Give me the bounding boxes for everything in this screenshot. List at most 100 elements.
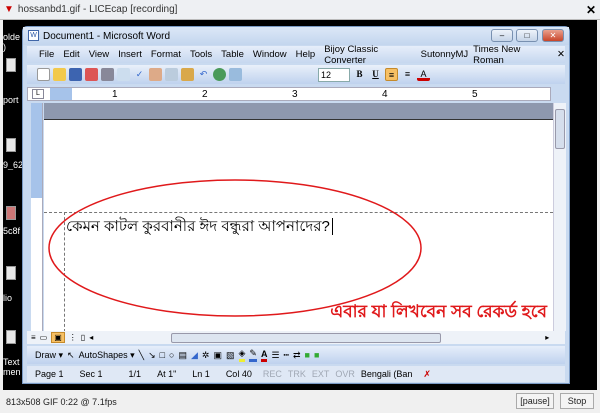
select-objects-icon[interactable]: ↖: [67, 350, 75, 361]
outline-view-icon[interactable]: ⋮: [69, 333, 77, 342]
word-title: Document1 - Microsoft Word: [43, 30, 171, 42]
menu-help[interactable]: Help: [296, 49, 316, 60]
textbox-icon[interactable]: ▤: [178, 350, 187, 361]
arrow-icon[interactable]: ↘: [148, 350, 156, 361]
close-document-icon[interactable]: ✕: [557, 49, 565, 60]
line-color-icon[interactable]: ✎: [249, 348, 257, 362]
status-trk[interactable]: TRK: [285, 369, 309, 379]
permission-icon[interactable]: [85, 68, 98, 81]
document-area[interactable]: কেমন কাটল কুরবানীর ঈদ বন্ধুরা আপনাদের? এ…: [44, 103, 553, 331]
diagram-icon[interactable]: ✲: [202, 350, 210, 361]
open-icon[interactable]: [53, 68, 66, 81]
file-icon[interactable]: [6, 266, 16, 280]
justify-button[interactable]: ≡: [401, 68, 414, 81]
scroll-thumb[interactable]: [555, 109, 565, 149]
drawing-toolbar: Draw ▾ ↖ AutoShapes ▾ ╲ ↘ □ ○ ▤ ◢ ✲ ▣ ▧ …: [27, 346, 565, 364]
annotation-text: এবার যা লিখবেন সব রেকর্ড হবে: [330, 302, 547, 321]
menu-window[interactable]: Window: [253, 49, 287, 60]
dash-style-icon[interactable]: ┅: [284, 350, 289, 361]
vertical-ruler[interactable]: [31, 103, 43, 331]
status-rec[interactable]: REC: [260, 369, 285, 379]
bold-button[interactable]: B: [353, 68, 366, 81]
menu-tools[interactable]: Tools: [190, 49, 212, 60]
stop-button[interactable]: Stop: [560, 393, 594, 409]
menu-times-new-roman[interactable]: Times New Roman: [473, 44, 548, 66]
save-icon[interactable]: [69, 68, 82, 81]
table-icon[interactable]: [229, 68, 242, 81]
print-layout-icon[interactable]: ▣: [51, 332, 65, 343]
file-icon[interactable]: [6, 138, 16, 152]
menu-view[interactable]: View: [89, 49, 109, 60]
menu-sutonnymj[interactable]: SutonnyMJ: [421, 49, 469, 60]
status-ext[interactable]: EXT: [309, 369, 333, 379]
reading-view-icon[interactable]: ▯: [81, 333, 85, 342]
vertical-scrollbar[interactable]: [553, 103, 566, 331]
menu-table[interactable]: Table: [221, 49, 244, 60]
status-pages: 1/1: [128, 369, 142, 379]
menu-format[interactable]: Format: [151, 49, 181, 60]
web-view-icon[interactable]: ▭: [40, 333, 48, 342]
image-icon[interactable]: [6, 206, 16, 220]
word-window: Document1 - Microsoft Word W – □ ✕ File …: [22, 26, 570, 384]
desktop-label: olde: [3, 32, 21, 42]
standard-toolbar: ✓ ↶ 12 B U ≡ ≡ A: [27, 65, 565, 84]
hyperlink-icon[interactable]: [213, 68, 226, 81]
text-file-icon[interactable]: [6, 330, 16, 344]
menu-file[interactable]: File: [39, 49, 54, 60]
rectangle-icon[interactable]: □: [160, 350, 165, 360]
arrow-style-icon[interactable]: ⇄: [293, 350, 301, 361]
word-icon: W: [28, 30, 39, 41]
new-icon[interactable]: [37, 68, 50, 81]
menu-insert[interactable]: Insert: [118, 49, 142, 60]
menu-bijoy-converter[interactable]: Bijoy Classic Converter: [324, 44, 415, 66]
undo-icon[interactable]: ↶: [197, 68, 210, 81]
desktop-label: Text: [3, 357, 20, 367]
menu-bar: File Edit View Insert Format Tools Table…: [27, 44, 565, 66]
draw-menu[interactable]: Draw ▾: [35, 350, 63, 361]
menu-edit[interactable]: Edit: [63, 49, 79, 60]
font-color-icon[interactable]: A: [260, 349, 268, 362]
paste-icon[interactable]: [181, 68, 194, 81]
tab-selector[interactable]: L: [32, 89, 44, 99]
close-icon[interactable]: ✕: [586, 3, 596, 17]
recording-info: 813x508 GIF 0:22 @ 7.1fps: [6, 396, 117, 407]
spelling-status-icon[interactable]: ✗: [415, 369, 439, 380]
wordart-icon[interactable]: ◢: [191, 350, 198, 361]
maximize-button[interactable]: □: [516, 29, 538, 42]
folder-icon[interactable]: [6, 58, 16, 72]
licecap-icon: ▼: [4, 4, 14, 15]
status-page: Page 1: [35, 369, 64, 379]
align-left-button[interactable]: ≡: [385, 68, 398, 81]
autoshapes-menu[interactable]: AutoShapes ▾: [79, 350, 135, 361]
line-icon[interactable]: ╲: [139, 350, 144, 361]
status-col: Col 40: [225, 369, 252, 379]
shadow-icon[interactable]: ■: [305, 350, 310, 360]
underline-button[interactable]: U: [369, 68, 382, 81]
desktop-label: 5c8f: [3, 226, 21, 236]
line-style-icon[interactable]: ☰: [271, 350, 279, 361]
print-icon[interactable]: [101, 68, 114, 81]
scroll-left-icon[interactable]: ◂: [89, 333, 93, 342]
status-ovr[interactable]: OVR: [332, 369, 358, 379]
research-icon[interactable]: [149, 68, 162, 81]
picture-icon[interactable]: ▧: [226, 350, 235, 361]
ruler-number: 1: [112, 88, 118, 100]
scroll-thumb[interactable]: [171, 332, 442, 343]
clipart-icon[interactable]: ▣: [213, 350, 222, 361]
fill-color-icon[interactable]: ◈: [238, 348, 246, 362]
copy-icon[interactable]: [165, 68, 178, 81]
spelling-icon[interactable]: ✓: [133, 68, 146, 81]
licecap-titlebar: ▼ hossanbd1.gif - LICEcap [recording]: [0, 0, 600, 20]
horizontal-scrollbar[interactable]: ≡ ▭ ▣ ⋮ ▯ ◂ ▸: [27, 331, 565, 344]
close-button[interactable]: ✕: [542, 29, 564, 42]
normal-view-icon[interactable]: ≡: [31, 333, 36, 342]
3d-icon[interactable]: ■: [314, 350, 319, 360]
font-color-button[interactable]: A: [417, 68, 430, 81]
scroll-right-icon[interactable]: ▸: [545, 333, 549, 342]
print-preview-icon[interactable]: [117, 68, 130, 81]
minimize-button[interactable]: –: [491, 29, 513, 42]
font-size-select[interactable]: 12: [318, 67, 350, 82]
pause-button[interactable]: [pause]: [516, 393, 554, 409]
oval-icon[interactable]: ○: [169, 350, 174, 360]
horizontal-ruler[interactable]: L 1 2 3 4 5: [27, 87, 551, 101]
